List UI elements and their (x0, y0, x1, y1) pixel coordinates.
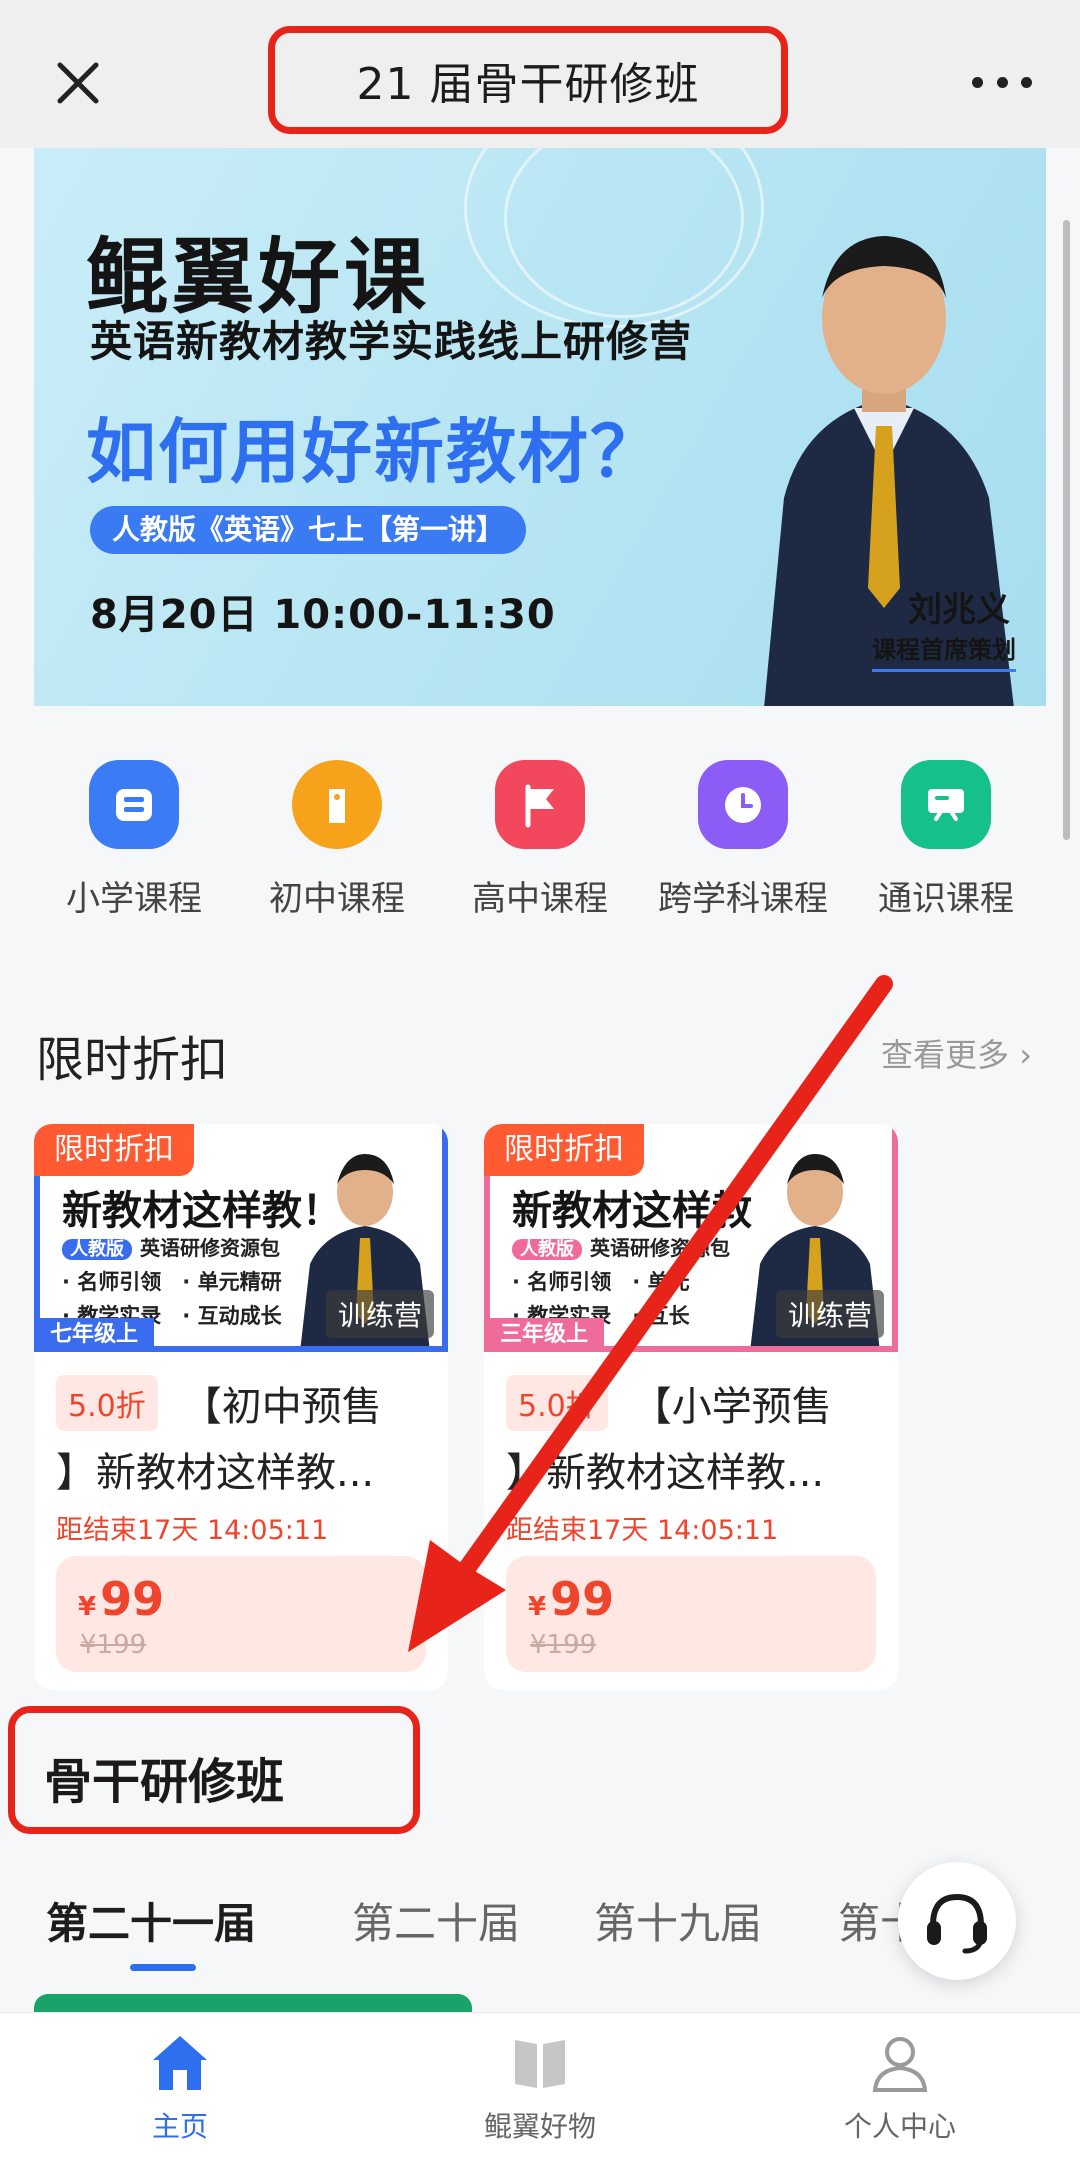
nav-home[interactable]: 主页 (0, 2013, 360, 2168)
price-box: ¥99 ¥199 (506, 1556, 876, 1672)
thumb-title: 新教材这样教 (512, 1188, 752, 1234)
thumb-chip: 人教版 英语研修资源包 (512, 1232, 730, 1261)
see-more-link[interactable]: 查看更多 › (881, 1030, 1032, 1076)
thumb-chip: 人教版 英语研修资源包 (62, 1232, 280, 1261)
backbone-section-title: 骨干研修班 (44, 1754, 285, 1810)
countdown-timer: 距结束17天 14:05:11 (506, 1515, 779, 1546)
category-label: 跨学科课程 (658, 879, 828, 919)
category-label: 通识课程 (878, 879, 1014, 919)
book-open-icon (504, 2027, 576, 2099)
user-icon (864, 2027, 936, 2099)
original-price: ¥199 (530, 1630, 597, 1660)
discount-section-title: 限时折扣 (36, 1032, 229, 1088)
nav-profile[interactable]: 个人中心 (720, 2013, 1080, 2168)
active-tab-indicator (130, 1964, 196, 1971)
headset-icon (927, 1893, 987, 1954)
grade-label: 七年级上 (34, 1318, 155, 1352)
category-primary[interactable]: 小学课程 (34, 760, 234, 920)
discount-badge: 5.0折 (56, 1375, 158, 1431)
board-icon (901, 760, 991, 849)
clock-icon (698, 760, 788, 849)
course-name-cont: 】新教材这样教... (506, 1450, 825, 1496)
category-junior[interactable]: 初中课程 (237, 760, 437, 920)
thumb-bullet: · 名师引领 · 单元 (512, 1270, 690, 1294)
discount-badge: 5.0折 (506, 1375, 608, 1431)
course-card[interactable]: 新教材这样教！ 人教版 英语研修资源包 · 名师引领 · 单元精研 · 教学实录 … (34, 1124, 448, 1690)
original-price: ¥199 (80, 1630, 147, 1660)
session-card-peek[interactable] (34, 1994, 472, 2012)
category-senior[interactable]: 高中课程 (440, 760, 640, 920)
tab-19th[interactable]: 第十九届 (594, 1890, 762, 1951)
banner-headline: 如何用好新教材？ (86, 411, 662, 493)
banner-edition-pill: 人教版《英语》七上【第一讲】 (90, 506, 527, 554)
home-icon (144, 2027, 216, 2099)
countdown-timer: 距结束17天 14:05:11 (56, 1515, 329, 1546)
nav-label: 主页 (151, 2110, 208, 2143)
camp-badge: 训练营 (775, 1290, 884, 1338)
category-grid: 小学课程 初中课程 高中课程 跨学科课程 通识课程 (34, 760, 1046, 920)
banner-subtitle: 英语新教材教学实践线上研修营 (90, 317, 693, 366)
tab-20th[interactable]: 第二十届 (352, 1890, 520, 1951)
tab-21st[interactable]: 第二十一届 (46, 1890, 256, 1951)
close-icon[interactable] (50, 55, 106, 111)
course-card[interactable]: 新教材这样教 人教版 英语研修资源包 · 名师引领 · 单元 · 教学实录 · 互… (484, 1124, 898, 1690)
page-title: 21 届骨干研修班 (356, 59, 700, 110)
course-thumbnail: 新教材这样教 人教版 英语研修资源包 · 名师引领 · 单元 · 教学实录 · 互… (484, 1124, 898, 1352)
current-price: ¥99 (528, 1572, 615, 1626)
course-name-cont: 】新教材这样教... (56, 1450, 375, 1496)
category-label: 初中课程 (269, 879, 405, 919)
category-label: 高中课程 (472, 879, 608, 919)
flag-icon (495, 760, 585, 849)
thumb-bullet: · 名师引领 · 单元精研 (62, 1270, 282, 1294)
promo-banner[interactable]: 鲲翼好课 英语新教材教学实践线上研修营 如何用好新教材？ 人教版《英语》七上【第… (34, 148, 1046, 706)
teacher-name: 刘兆义 (908, 590, 1010, 630)
flash-sale-tag: 限时折扣 (484, 1124, 644, 1176)
title-highlight-box: 21 届骨干研修班 (268, 26, 788, 134)
customer-service-button[interactable] (898, 1862, 1016, 1980)
course-thumbnail: 新教材这样教！ 人教版 英语研修资源包 · 名师引领 · 单元精研 · 教学实录 … (34, 1124, 448, 1352)
bottom-nav: 主页 鲲翼好物 个人中心 (0, 2012, 1080, 2168)
price-box: ¥99 ¥199 (56, 1556, 426, 1672)
course-name: 【小学预售 (631, 1384, 832, 1430)
tag-icon (292, 760, 382, 849)
category-interdisciplinary[interactable]: 跨学科课程 (643, 760, 843, 920)
banner-datetime: 8月20日 10:00-11:30 (90, 592, 556, 638)
grade-label: 三年级上 (484, 1318, 605, 1352)
book-icon (89, 760, 179, 849)
header-bar: 21 届骨干研修班 (0, 0, 1080, 148)
more-options-icon[interactable] (972, 70, 1032, 94)
nav-label: 鲲翼好物 (483, 2110, 596, 2143)
category-label: 小学课程 (66, 879, 202, 919)
current-price: ¥99 (78, 1572, 165, 1626)
nav-goods[interactable]: 鲲翼好物 (360, 2013, 720, 2168)
nav-label: 个人中心 (843, 2110, 956, 2143)
camp-badge: 训练营 (325, 1290, 434, 1338)
category-general[interactable]: 通识课程 (846, 760, 1046, 920)
scrollbar[interactable] (1063, 220, 1070, 840)
course-name: 【初中预售 (181, 1384, 382, 1430)
flash-sale-tag: 限时折扣 (34, 1124, 194, 1176)
teacher-role: 课程首席策划 (872, 630, 1016, 672)
